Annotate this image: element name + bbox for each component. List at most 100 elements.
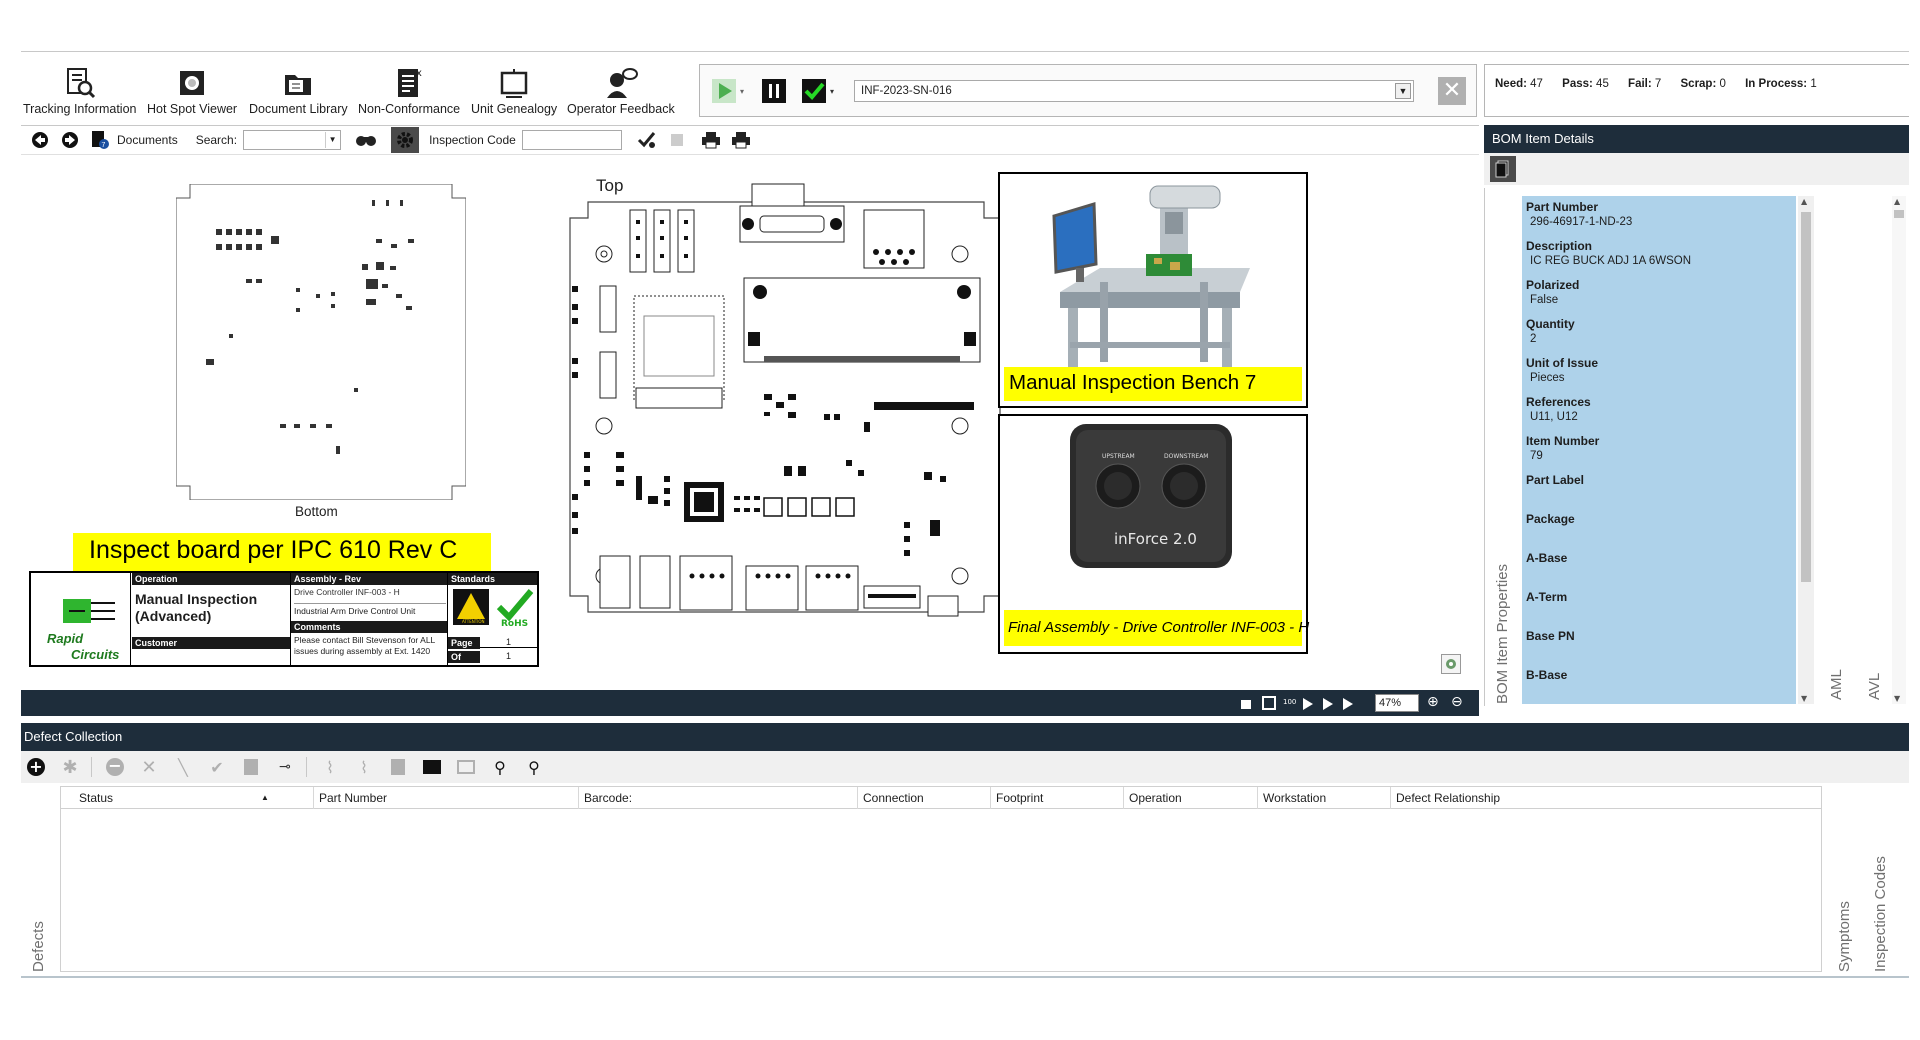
logo-text-1: Rapid [47, 631, 84, 646]
column-header-workstation[interactable]: Workstation [1263, 791, 1326, 805]
rohs-text: RoHS [501, 619, 528, 627]
print-all-button[interactable] [730, 129, 752, 151]
chevron-down-icon[interactable]: ▼ [325, 132, 339, 148]
column-header-operation[interactable]: Operation [1129, 791, 1182, 805]
bom-property-name: Description [1526, 239, 1593, 253]
column-header-barcode[interactable]: Barcode: [584, 791, 632, 805]
play-dropdown-icon[interactable]: ▾ [740, 87, 744, 96]
edit-defect-button[interactable]: ╲ [172, 756, 194, 778]
scroll-down-icon[interactable]: ▼ [1801, 694, 1807, 703]
bom-scroll-thumb[interactable] [1801, 212, 1811, 582]
column-header-defect-relationship[interactable]: Defect Relationship [1396, 791, 1500, 805]
locator-button[interactable] [1441, 654, 1461, 674]
nonconf-label: Non-Conformance [358, 102, 461, 116]
print-defects-button[interactable] [421, 756, 443, 778]
unit-counts: Need: 47 Pass: 45 Fail: 7 Scrap: 0 In Pr… [1484, 64, 1909, 117]
feedback-icon [606, 68, 638, 98]
print-button[interactable] [700, 129, 722, 151]
complete-dropdown-icon[interactable]: ▾ [830, 87, 834, 96]
scroll-down-icon[interactable]: ▼ [1894, 694, 1900, 703]
column-separator[interactable] [1390, 787, 1391, 809]
printer-icon [731, 132, 750, 149]
defect-toolbar: + ✱ − ✕ ╲ ✔ ⊸ ⌇ ⌇ ⚲ ⚲ [21, 751, 1909, 783]
column-header-status[interactable]: Status [79, 791, 113, 805]
column-separator[interactable] [578, 787, 579, 809]
customer-header: Customer [132, 637, 290, 649]
lookup-button[interactable]: ⚲ [489, 756, 511, 778]
complete-button[interactable] [800, 78, 828, 104]
assembly-rev-line2: Industrial Arm Drive Control Unit [294, 603, 446, 616]
settings-button[interactable] [391, 127, 420, 153]
bottom-view-label: Bottom [295, 504, 338, 519]
defect-document-button[interactable] [240, 756, 262, 778]
attach-view-button[interactable]: ⌇ [353, 756, 375, 778]
bom-property-value: 2 [1530, 333, 1537, 345]
fail-count: Fail: 7 [1628, 78, 1662, 90]
approve-defect-button[interactable]: ✔ [206, 756, 228, 778]
attach-button[interactable]: ⌇ [319, 756, 341, 778]
serial-number-select[interactable]: INF-2023-SN-016 ▼ [854, 80, 1414, 102]
hot-spot-viewer-button[interactable]: Hot Spot Viewer [147, 66, 237, 120]
documents-button[interactable]: 7 [89, 129, 111, 151]
bom-right-scrollbar[interactable]: ▲ ▼ [1892, 196, 1906, 704]
assembly-header: Assembly - Rev [291, 573, 447, 585]
device-port1-text: UPSTREAM [1102, 453, 1135, 460]
symptoms-tab[interactable]: Symptoms [1834, 786, 1858, 972]
toolbar-separator [91, 757, 92, 777]
pause-button[interactable] [760, 78, 788, 104]
remove-defect-button[interactable]: − [104, 756, 126, 778]
zoom-stepper[interactable]: ▲ ▼ [1407, 696, 1413, 711]
bom-copy-button[interactable] [1490, 156, 1516, 182]
column-separator[interactable] [313, 787, 314, 809]
bom-property-name: Part Number [1526, 200, 1599, 214]
column-separator[interactable] [857, 787, 858, 809]
defect-header-title: Defect Collection [24, 729, 123, 744]
defect-link-button[interactable]: ⊸ [274, 756, 296, 778]
column-separator[interactable] [1123, 787, 1124, 809]
scroll-up-icon[interactable]: ▲ [1801, 197, 1807, 206]
defect-panel-header: Defect Collection [21, 723, 1909, 751]
search-select[interactable]: ▼ [243, 130, 342, 150]
previous-document-button[interactable] [29, 129, 51, 151]
scroll-up-icon[interactable]: ▲ [1894, 197, 1900, 206]
app-window: Tracking Information Hot Spot Viewer Doc… [0, 0, 1920, 1040]
inspection-code-input[interactable] [521, 130, 622, 150]
defects-tab-label: Defects [30, 921, 47, 972]
verify-button[interactable] [636, 129, 658, 151]
column-header-part-number[interactable]: Part Number [319, 791, 387, 805]
tracking-information-button[interactable]: Tracking Information [23, 66, 136, 120]
of-value: 1 [505, 651, 511, 661]
genealogy-label: Unit Genealogy [471, 102, 558, 116]
scroll-thumb[interactable] [1894, 210, 1904, 218]
defects-tab[interactable]: Defects [24, 786, 54, 972]
inspection-codes-tab[interactable]: Inspection Codes [1870, 786, 1894, 972]
unit-genealogy-button[interactable]: Unit Genealogy [471, 66, 557, 120]
zoom-out-button[interactable]: ⊖ [1451, 694, 1463, 710]
column-separator[interactable] [990, 787, 991, 809]
export-defects-button[interactable] [455, 756, 477, 778]
binoculars-button[interactable] [355, 129, 377, 151]
play-button[interactable] [710, 78, 738, 104]
non-conformance-button[interactable]: x Non-Conformance [358, 66, 460, 120]
column-separator[interactable] [1257, 787, 1258, 809]
sort-ascending-icon[interactable]: ▲ [261, 793, 269, 802]
delete-defect-button[interactable]: ✕ [138, 756, 160, 778]
notes-button[interactable] [387, 756, 409, 778]
device-brand-text: inForce 2.0 [1114, 530, 1197, 548]
lookup-part-button[interactable]: ⚲ [523, 756, 545, 778]
clear-button[interactable] [666, 129, 688, 151]
notes-icon [391, 759, 405, 775]
zoom-level-value: 47% [1379, 697, 1402, 709]
zoom-in-button[interactable]: ⊕ [1427, 694, 1439, 710]
close-unit-button[interactable]: ✕ [1438, 77, 1466, 105]
inspection-codes-tab-label: Inspection Codes [1872, 856, 1889, 972]
defect-settings-button[interactable]: ✱ [59, 756, 81, 778]
document-library-button[interactable]: Document Library [249, 66, 348, 120]
chevron-down-icon[interactable]: ▼ [1395, 83, 1411, 99]
add-defect-button[interactable]: + [25, 756, 47, 778]
next-document-button[interactable] [59, 129, 81, 151]
bom-scrollbar[interactable]: ▲ ▼ [1798, 196, 1814, 704]
column-header-connection[interactable]: Connection [863, 791, 924, 805]
column-header-footprint[interactable]: Footprint [996, 791, 1043, 805]
operator-feedback-button[interactable]: Operator Feedback [567, 66, 675, 120]
